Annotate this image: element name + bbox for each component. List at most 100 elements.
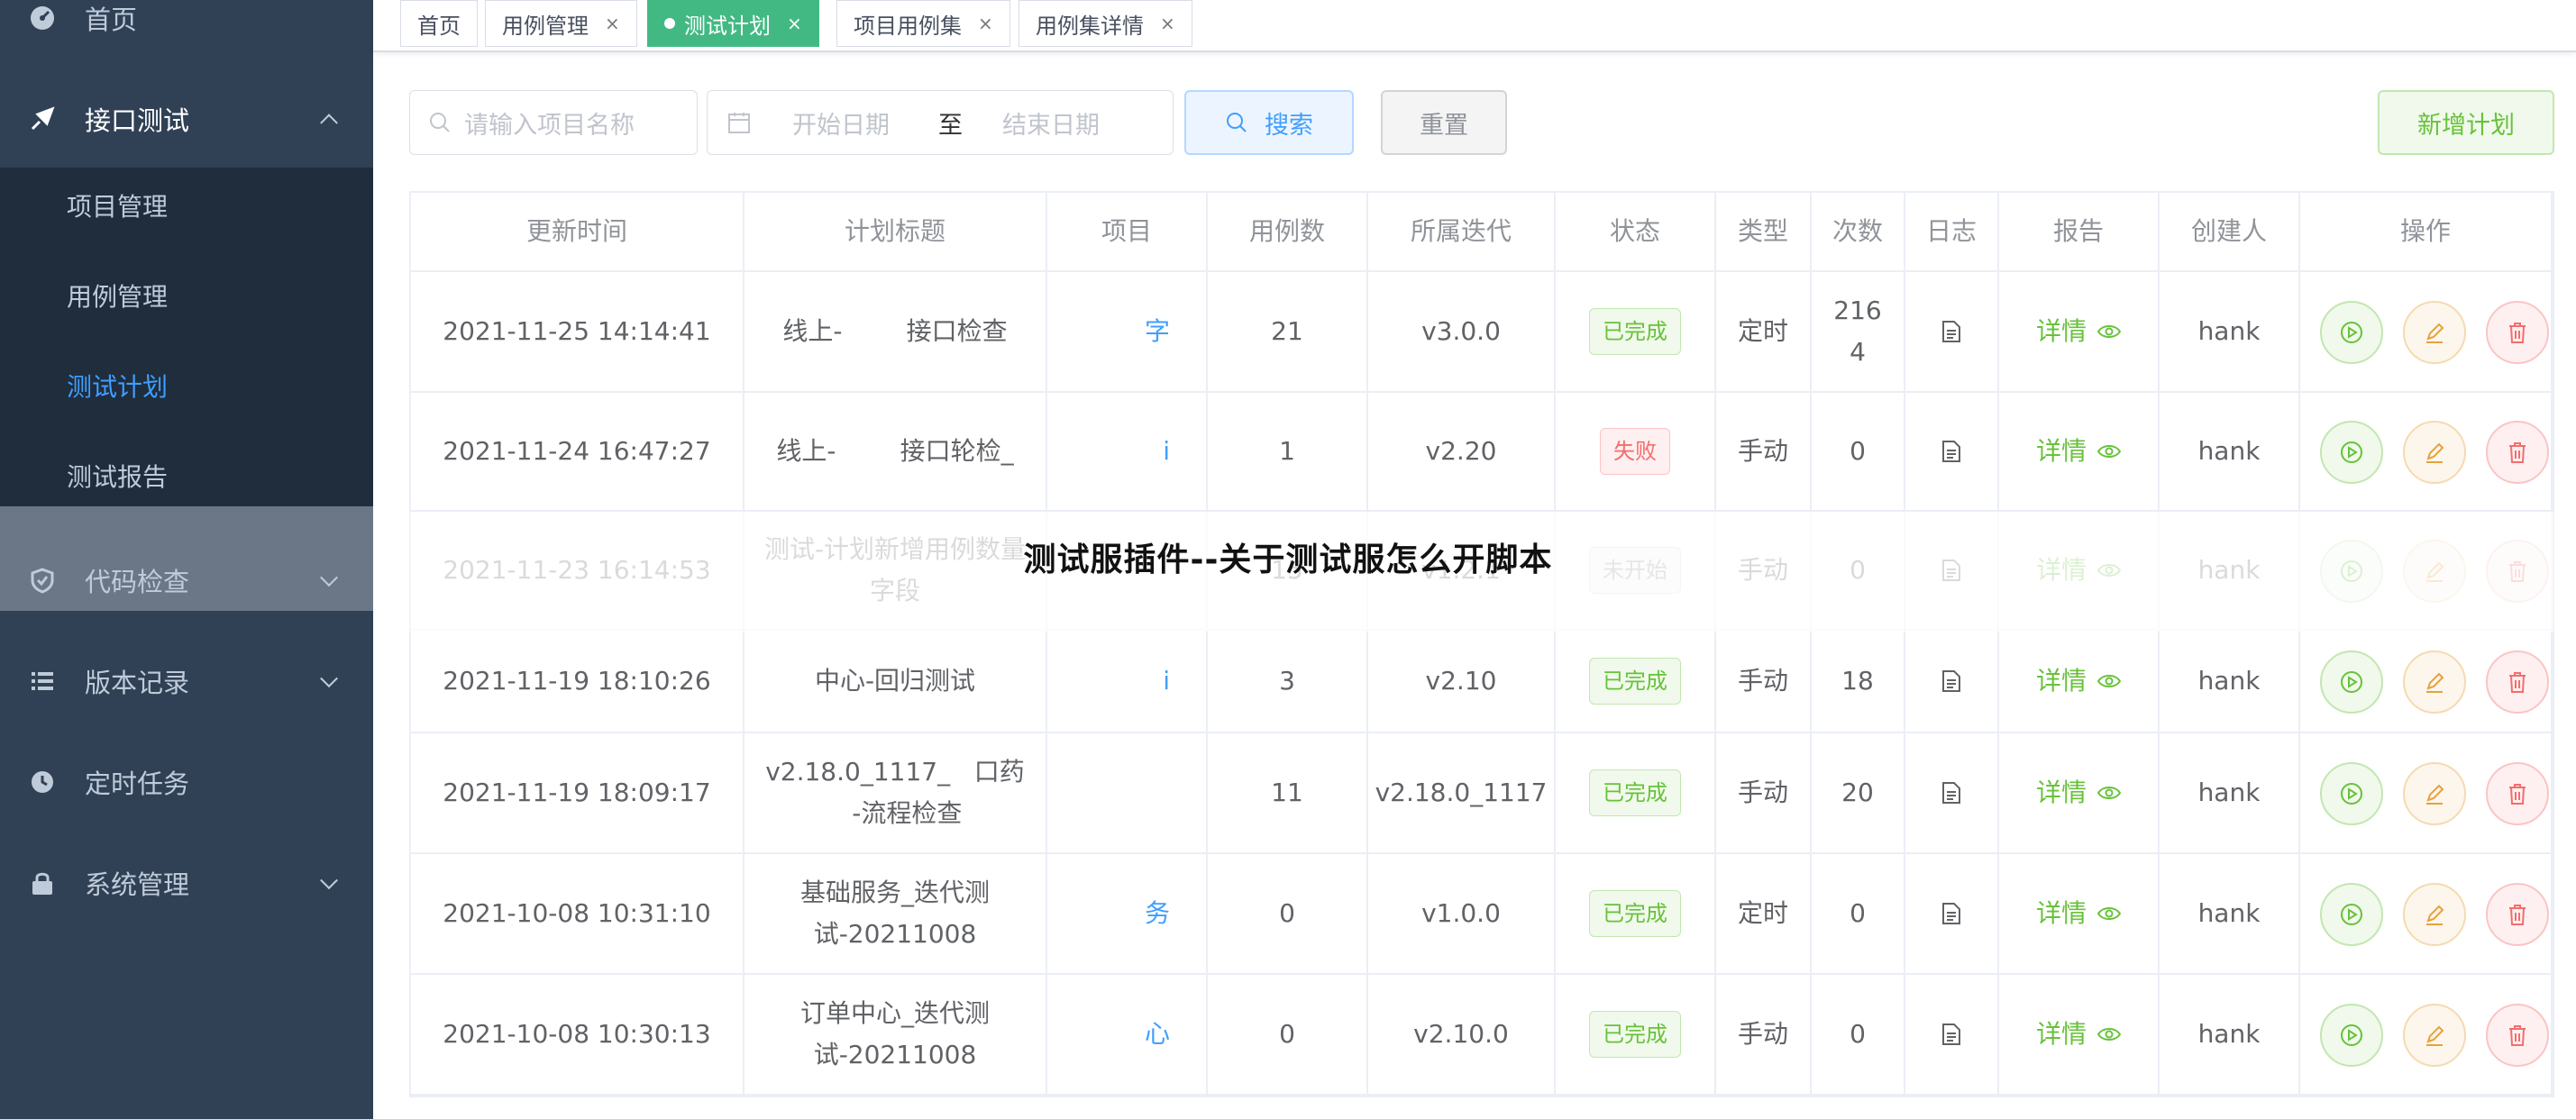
add-plan-button[interactable]: 新增计划 bbox=[2378, 90, 2554, 155]
log-icon[interactable] bbox=[1941, 440, 1961, 463]
cell-actions bbox=[2300, 733, 2553, 854]
report-detail-link[interactable]: 详情 bbox=[2036, 660, 2121, 702]
run-button[interactable] bbox=[2320, 762, 2383, 825]
calendar-icon bbox=[727, 111, 751, 134]
header-status: 状态 bbox=[1556, 193, 1716, 272]
edit-button[interactable] bbox=[2403, 883, 2466, 946]
close-icon[interactable]: × bbox=[1160, 13, 1175, 34]
cell-log bbox=[1905, 854, 1999, 975]
close-icon[interactable]: × bbox=[978, 13, 993, 34]
run-button[interactable] bbox=[2320, 883, 2383, 946]
cell-run-count: 216 4 bbox=[1812, 272, 1905, 393]
project-name-input[interactable]: 请输入项目名称 bbox=[409, 90, 698, 155]
cell-creator: hank bbox=[2160, 733, 2300, 854]
tab-test-plan[interactable]: 测试计划 × bbox=[647, 0, 819, 47]
cell-type: 手动 bbox=[1716, 975, 1812, 1096]
report-detail-link[interactable]: 详情 bbox=[2036, 893, 2121, 934]
sidebar-item-home[interactable]: 首页 bbox=[0, 0, 373, 68]
sidebar-subitem-cases[interactable]: 用例管理 bbox=[0, 250, 373, 341]
cell-update-time: 2021-11-19 18:10:26 bbox=[411, 631, 744, 733]
cell-creator: hank bbox=[2160, 631, 2300, 733]
tab-project-case-set[interactable]: 项目用例集 × bbox=[836, 0, 1010, 47]
cell-type: 手动 bbox=[1716, 631, 1812, 733]
status-badge: 已完成 bbox=[1589, 658, 1681, 705]
date-range-picker[interactable]: 开始日期 至 结束日期 bbox=[707, 90, 1174, 155]
eye-icon bbox=[2097, 1026, 2121, 1042]
cell-log bbox=[1905, 631, 1999, 733]
cell-creator: hank bbox=[2160, 854, 2300, 975]
close-icon[interactable]: × bbox=[787, 13, 802, 34]
play-icon bbox=[2340, 670, 2363, 694]
cell-case-count: 1 bbox=[1208, 393, 1368, 512]
cell-update-time: 2021-11-24 16:47:27 bbox=[411, 393, 744, 512]
cell-plan-title: 线上- 接口检查 bbox=[744, 272, 1047, 393]
header-plan-title: 计划标题 bbox=[744, 193, 1047, 272]
cell-project: i bbox=[1047, 631, 1208, 733]
run-button[interactable] bbox=[2320, 421, 2383, 484]
submenu: 项目管理 用例管理 测试计划 测试报告 bbox=[0, 168, 373, 506]
log-icon[interactable] bbox=[1941, 781, 1961, 805]
log-icon[interactable] bbox=[1941, 669, 1961, 693]
run-button[interactable] bbox=[2320, 1004, 2383, 1067]
cell-update-time: 2021-11-19 18:09:17 bbox=[411, 733, 744, 854]
report-detail-label: 详情 bbox=[2035, 316, 2087, 346]
status-badge: 已完成 bbox=[1589, 308, 1681, 355]
dashboard-icon bbox=[29, 5, 56, 32]
cell-iteration: v2.18.0_1117 bbox=[1368, 733, 1556, 854]
tab-case-set-detail[interactable]: 用例集详情 × bbox=[1019, 0, 1192, 47]
status-badge: 已完成 bbox=[1589, 1011, 1681, 1058]
sidebar-item-schedule[interactable]: 定时任务 bbox=[0, 732, 373, 832]
report-detail-link[interactable]: 详情 bbox=[2036, 772, 2121, 814]
report-detail-link[interactable]: 详情 bbox=[2036, 1014, 2121, 1055]
trash-icon bbox=[2506, 441, 2529, 464]
delete-button[interactable] bbox=[2486, 762, 2549, 825]
sidebar-item-label: 版本记录 bbox=[85, 668, 190, 698]
edit-button[interactable] bbox=[2403, 1004, 2466, 1067]
chevron-down-icon bbox=[320, 669, 338, 688]
log-icon[interactable] bbox=[1941, 902, 1961, 925]
trash-icon bbox=[2506, 321, 2529, 344]
send-icon bbox=[29, 105, 56, 132]
run-button[interactable] bbox=[2320, 301, 2383, 364]
cell-type: 定时 bbox=[1716, 272, 1812, 393]
cell-iteration: v2.20 bbox=[1368, 393, 1556, 512]
edit-icon bbox=[2423, 782, 2446, 805]
cell-log bbox=[1905, 733, 1999, 854]
sidebar-item-system[interactable]: 系统管理 bbox=[0, 832, 373, 933]
delete-button[interactable] bbox=[2486, 421, 2549, 484]
report-detail-link[interactable]: 详情 bbox=[2036, 431, 2121, 472]
tab-home[interactable]: 首页 bbox=[400, 0, 478, 47]
clock-icon bbox=[29, 769, 56, 796]
delete-button[interactable] bbox=[2486, 1004, 2549, 1067]
cell-update-time: 2021-10-08 10:30:13 bbox=[411, 975, 744, 1096]
edit-button[interactable] bbox=[2403, 762, 2466, 825]
sidebar-item-api-test[interactable]: 接口测试 bbox=[0, 68, 373, 169]
delete-button[interactable] bbox=[2486, 650, 2549, 714]
edit-button[interactable] bbox=[2403, 421, 2466, 484]
log-icon[interactable] bbox=[1941, 1023, 1961, 1046]
log-icon[interactable] bbox=[1941, 320, 1961, 343]
subitem-label: 项目管理 bbox=[67, 192, 169, 222]
report-detail-link[interactable]: 详情 bbox=[2036, 311, 2121, 352]
trash-icon bbox=[2506, 903, 2529, 926]
delete-button[interactable] bbox=[2486, 301, 2549, 364]
tab-case-management[interactable]: 用例管理 × bbox=[485, 0, 637, 47]
edit-button[interactable] bbox=[2403, 650, 2466, 714]
close-icon[interactable]: × bbox=[605, 13, 620, 34]
lock-icon bbox=[29, 869, 56, 896]
cell-type: 手动 bbox=[1716, 393, 1812, 512]
sidebar-item-version[interactable]: 版本记录 bbox=[0, 631, 373, 732]
search-icon bbox=[428, 111, 452, 134]
reset-button[interactable]: 重置 bbox=[1381, 90, 1507, 155]
end-date-placeholder: 结束日期 bbox=[1002, 111, 1100, 140]
header-iteration: 所属迭代 bbox=[1368, 193, 1556, 272]
cell-actions bbox=[2300, 272, 2553, 393]
cell-actions bbox=[2300, 854, 2553, 975]
sidebar-subitem-test-plan[interactable]: 测试计划 bbox=[0, 341, 373, 431]
delete-button[interactable] bbox=[2486, 883, 2549, 946]
cell-status: 失败 bbox=[1556, 393, 1716, 512]
sidebar-subitem-project[interactable]: 项目管理 bbox=[0, 160, 373, 250]
search-button[interactable]: 搜索 bbox=[1184, 90, 1354, 155]
run-button[interactable] bbox=[2320, 650, 2383, 714]
edit-button[interactable] bbox=[2403, 301, 2466, 364]
